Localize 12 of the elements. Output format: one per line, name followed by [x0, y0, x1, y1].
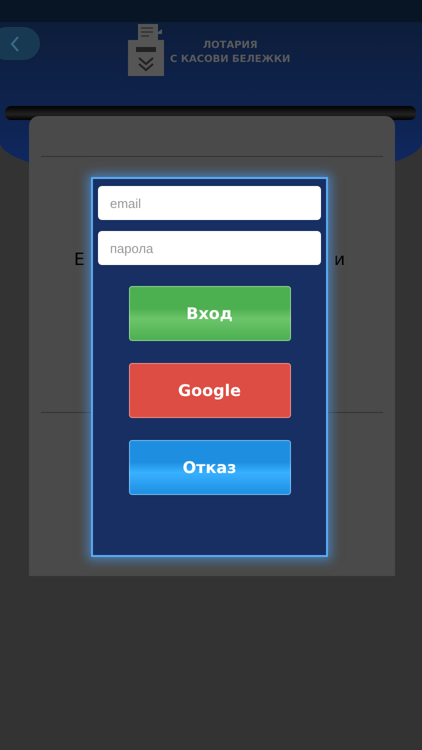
login-button[interactable]: Вход: [128, 286, 290, 341]
app-title: ЛОТАРИЯ: [202, 39, 258, 53]
background-text: Е: [74, 250, 85, 270]
back-button[interactable]: [0, 27, 40, 60]
cancel-button[interactable]: Отказ: [128, 440, 290, 495]
receipt-machine-icon: [128, 22, 164, 76]
background-text: и: [334, 250, 346, 270]
google-button[interactable]: Google: [128, 363, 290, 418]
email-field[interactable]: email: [98, 186, 321, 220]
password-field[interactable]: парола: [98, 231, 321, 265]
back-icon: [10, 34, 20, 52]
app-subtitle: С КАСОВИ БЕЛЕЖКИ: [170, 53, 290, 67]
